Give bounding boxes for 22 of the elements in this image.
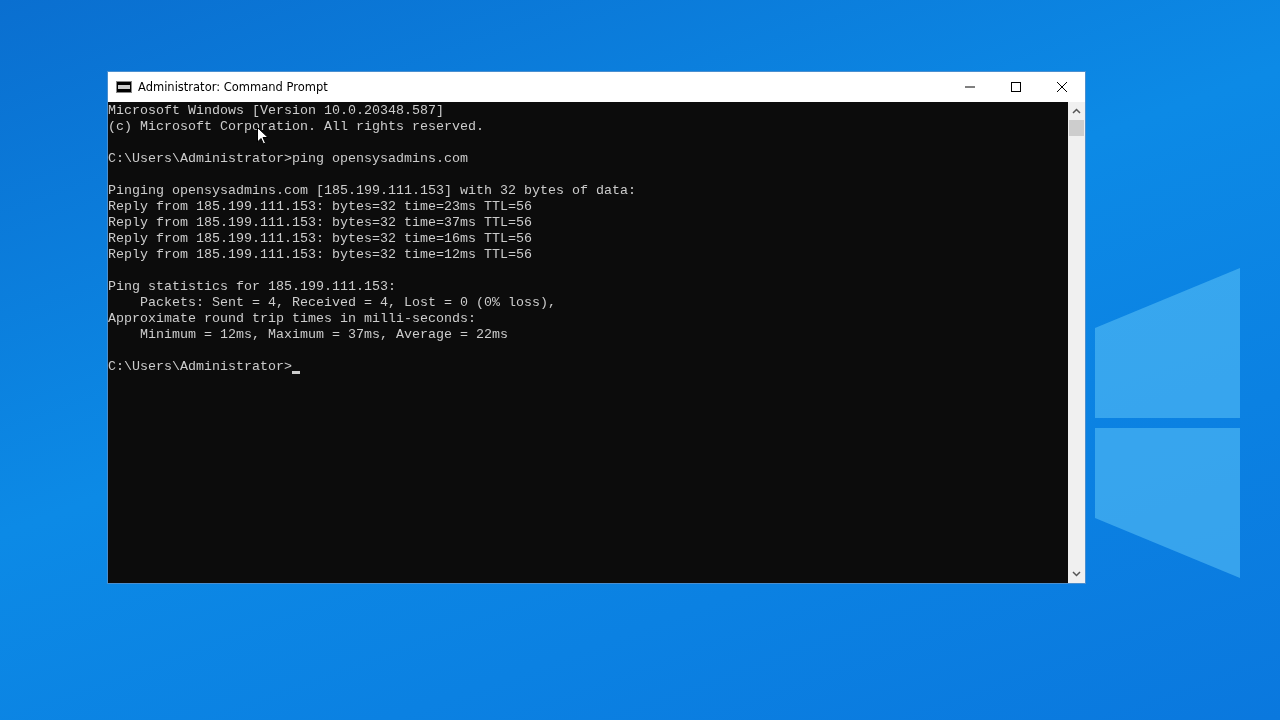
text-cursor-icon bbox=[291, 371, 300, 374]
maximize-icon bbox=[1011, 82, 1021, 92]
console-line: Ping statistics for 185.199.111.153: bbox=[108, 279, 397, 295]
console-line: (c) Microsoft Corporation. All rights reserved. bbox=[108, 119, 485, 135]
console-line: Pinging opensysadmins.com [185.199.111.153] with 32 bytes of data: bbox=[108, 183, 637, 199]
scrollbar-thumb[interactable] bbox=[1069, 120, 1084, 136]
console-line: C:\Users\Administrator>ping opensysadmins.com bbox=[108, 151, 469, 167]
console-line: Packets: Sent = 4, Received = 4, Lost = 0 (0% loss), bbox=[139, 295, 557, 311]
scrollbar[interactable] bbox=[1068, 102, 1085, 583]
scroll-down-icon[interactable] bbox=[1072, 571, 1081, 577]
console-line: Reply from 185.199.111.153: bytes=32 time=37ms TTL=56 bbox=[108, 215, 533, 231]
console-line: Reply from 185.199.111.153: bytes=32 time=12ms TTL=56 bbox=[108, 247, 533, 263]
command-prompt: C:\Users\Administrator> bbox=[108, 359, 292, 375]
console-line: Microsoft Windows [Version 10.0.20348.587] bbox=[108, 103, 445, 119]
scroll-up-icon[interactable] bbox=[1072, 108, 1081, 114]
console-line: Reply from 185.199.111.153: bytes=32 time=16ms TTL=56 bbox=[108, 231, 533, 247]
console-line: Reply from 185.199.111.153: bytes=32 time=23ms TTL=56 bbox=[108, 199, 533, 215]
window-title: Administrator: Command Prompt bbox=[138, 80, 328, 94]
console-line: Approximate round trip times in milli-seconds: bbox=[108, 311, 477, 327]
console-line: Minimum = 12ms, Maximum = 37ms, Average = 22ms bbox=[139, 327, 509, 343]
close-icon bbox=[1057, 82, 1067, 92]
console-icon bbox=[116, 81, 132, 93]
